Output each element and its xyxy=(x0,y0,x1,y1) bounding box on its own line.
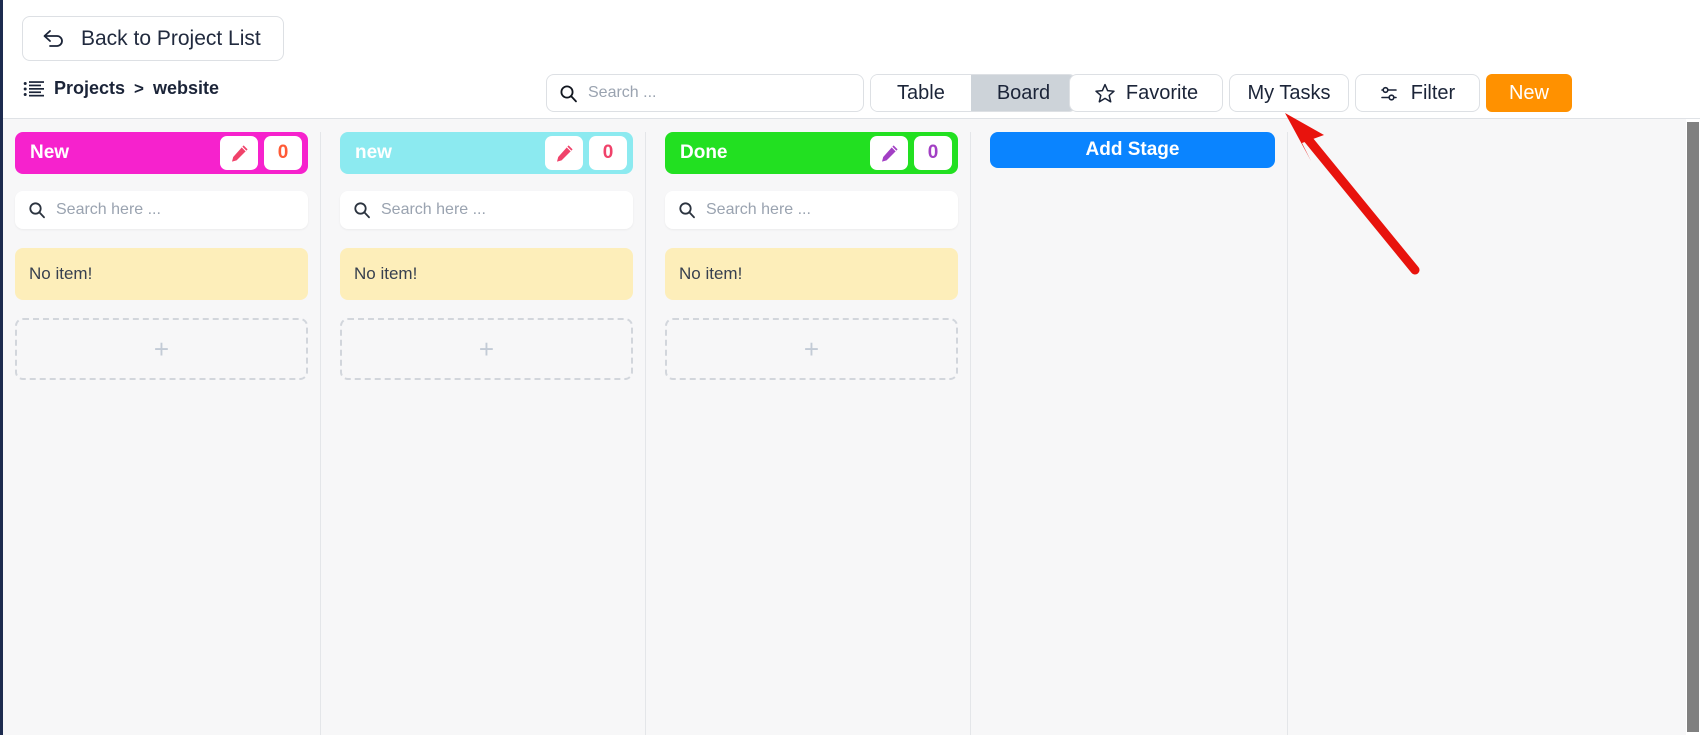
vertical-scrollbar-thumb[interactable] xyxy=(1687,122,1699,732)
back-button-label: Back to Project List xyxy=(81,26,261,50)
new-label: New xyxy=(1508,81,1549,104)
column-search-input[interactable] xyxy=(381,201,620,219)
column-count-badge[interactable]: 0 xyxy=(914,136,952,170)
new-button[interactable]: New xyxy=(1486,74,1572,112)
list-icon xyxy=(23,79,45,99)
undo-arrow-icon xyxy=(41,28,67,50)
add-stage-button[interactable]: Add Stage xyxy=(990,132,1275,168)
empty-state-card: No item! xyxy=(665,248,958,300)
empty-state-card: No item! xyxy=(15,248,308,300)
kanban-column-new: New 0 No item! xyxy=(3,132,321,735)
column-title: Done xyxy=(680,142,728,163)
add-card-placeholder[interactable]: + xyxy=(340,318,633,380)
favorite-button[interactable]: Favorite xyxy=(1069,74,1223,112)
search-icon xyxy=(28,201,46,219)
breadcrumb-current: website xyxy=(152,78,220,98)
pencil-icon[interactable] xyxy=(220,136,258,170)
tab-board[interactable]: Board xyxy=(970,75,1077,111)
filter-label: Filter xyxy=(1410,81,1456,104)
column-header: new 0 xyxy=(340,132,633,174)
tab-table[interactable]: Table xyxy=(871,75,971,111)
breadcrumb: Projects > website xyxy=(23,78,219,99)
top-toolbar: Back to Project List Projects > website xyxy=(3,0,1700,119)
kanban-column-new-lower: new 0 No item! xyxy=(328,132,646,735)
add-card-placeholder[interactable]: + xyxy=(15,318,308,380)
plus-icon: + xyxy=(153,334,170,364)
search-icon xyxy=(559,84,578,103)
empty-state-card: No item! xyxy=(340,248,633,300)
add-stage-column: Add Stage xyxy=(978,132,1288,735)
my-tasks-label: My Tasks xyxy=(1247,81,1331,104)
star-icon xyxy=(1094,83,1116,104)
column-search-input[interactable] xyxy=(56,201,295,219)
board-empty-area xyxy=(1295,132,1686,735)
search-input[interactable] xyxy=(588,84,851,102)
column-search[interactable] xyxy=(340,191,633,229)
filter-sliders-icon xyxy=(1380,84,1401,103)
back-to-project-list-button[interactable]: Back to Project List xyxy=(22,16,284,61)
vertical-scrollbar[interactable] xyxy=(1686,120,1700,735)
column-header: Done 0 xyxy=(665,132,958,174)
plus-icon: + xyxy=(478,334,495,364)
column-count-badge[interactable]: 0 xyxy=(264,136,302,170)
column-title: new xyxy=(355,142,392,163)
filter-button[interactable]: Filter xyxy=(1355,74,1480,112)
column-search[interactable] xyxy=(665,191,958,229)
empty-state-text: No item! xyxy=(354,264,418,283)
plus-icon: + xyxy=(803,334,820,364)
search-icon xyxy=(678,201,696,219)
empty-state-text: No item! xyxy=(29,264,93,283)
empty-state-text: No item! xyxy=(679,264,743,283)
view-switch: Table Board xyxy=(870,74,1078,112)
kanban-board: New 0 No item! xyxy=(3,119,1686,735)
breadcrumb-root[interactable]: Projects xyxy=(54,78,125,99)
my-tasks-button[interactable]: My Tasks xyxy=(1229,74,1349,112)
pencil-icon[interactable] xyxy=(545,136,583,170)
kanban-column-done: Done 0 No item! xyxy=(653,132,971,735)
column-header: New 0 xyxy=(15,132,308,174)
breadcrumb-separator: > xyxy=(134,78,144,98)
app-window: Back to Project List Projects > website xyxy=(0,0,1700,735)
search-icon xyxy=(353,201,371,219)
favorite-label: Favorite xyxy=(1125,81,1199,104)
column-search[interactable] xyxy=(15,191,308,229)
column-count-badge[interactable]: 0 xyxy=(589,136,627,170)
pencil-icon[interactable] xyxy=(870,136,908,170)
global-search[interactable] xyxy=(546,74,864,112)
column-search-input[interactable] xyxy=(706,201,945,219)
column-title: New xyxy=(30,142,70,163)
add-card-placeholder[interactable]: + xyxy=(665,318,958,380)
